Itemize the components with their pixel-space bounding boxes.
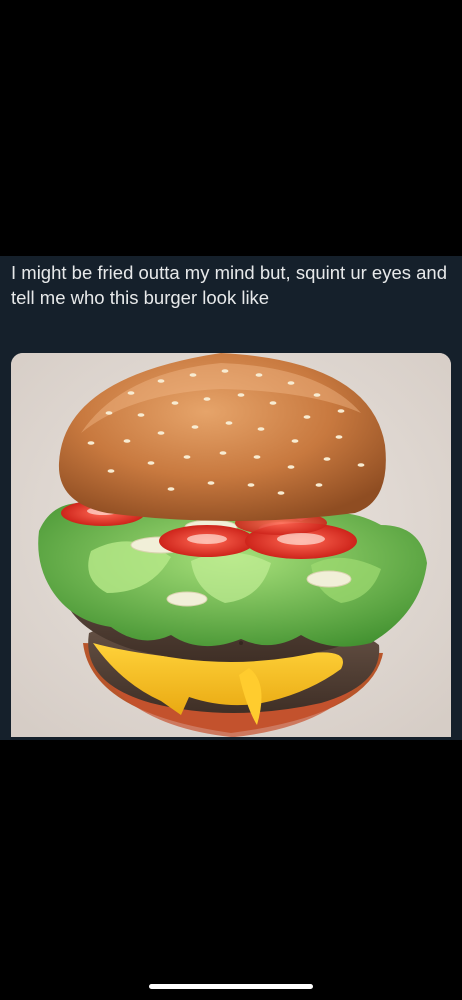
top-black-area	[0, 0, 462, 256]
post-card[interactable]: I might be fried outta my mind but, squi…	[0, 256, 462, 740]
burger-photo	[11, 353, 451, 737]
post-text: I might be fried outta my mind but, squi…	[11, 262, 448, 308]
phone-screen: I might be fried outta my mind but, squi…	[0, 0, 462, 1000]
home-indicator[interactable]	[149, 984, 313, 989]
bottom-black-area	[0, 740, 462, 1000]
post-image[interactable]	[11, 353, 451, 737]
